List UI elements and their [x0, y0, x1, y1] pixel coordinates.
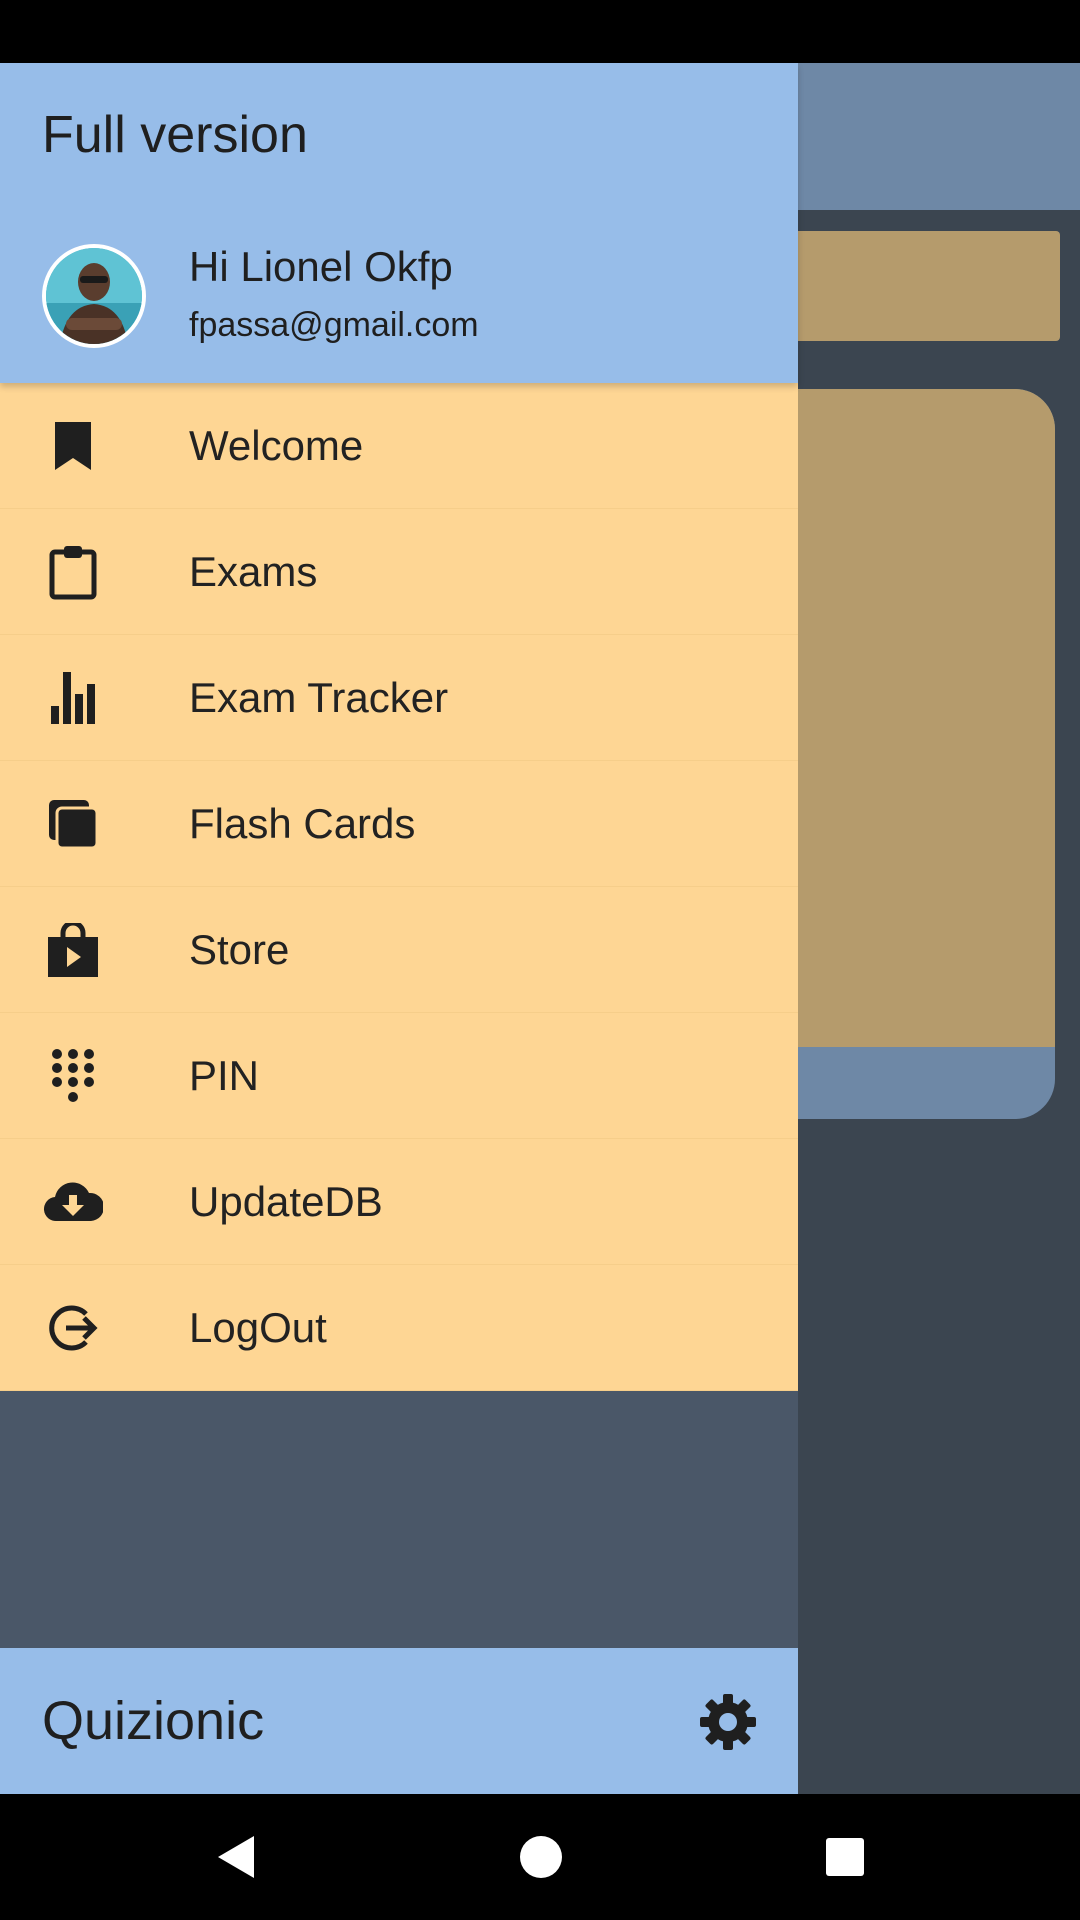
menu-item-label: Welcome [189, 422, 364, 469]
menu-item-pin[interactable]: PIN [0, 1013, 798, 1139]
user-name: Hi Lionel Okfp [189, 243, 453, 290]
menu-item-label: PIN [189, 1052, 260, 1099]
menu-item-label: Flash Cards [189, 800, 416, 847]
menu-item-label: LogOut [189, 1304, 327, 1351]
drawer-header: Full version Hi Lionel Okfp fpassa@gmail… [0, 63, 798, 383]
menu-item-store[interactable]: Store [0, 887, 798, 1013]
shop-bag-icon [42, 923, 104, 977]
user-email: fpassa@gmail.com [189, 306, 479, 344]
menu-item-exams[interactable]: Exams [0, 509, 798, 635]
avatar[interactable] [42, 244, 146, 348]
menu-item-updatedb[interactable]: UpdateDB [0, 1139, 798, 1265]
logout-icon [42, 1302, 104, 1354]
menu-item-flash-cards[interactable]: Flash Cards [0, 761, 798, 887]
drawer-footer: Quizionic [0, 1648, 798, 1794]
cards-icon [42, 798, 104, 850]
clipboard-icon [42, 546, 104, 600]
menu-item-label: Exams [189, 548, 318, 595]
home-button[interactable] [518, 1834, 564, 1880]
cloud-download-icon [42, 1176, 104, 1228]
menu-item-label: UpdateDB [189, 1178, 383, 1225]
system-navigation-bar [0, 1794, 1080, 1920]
bookmark-icon [42, 420, 104, 472]
menu-item-exam-tracker[interactable]: Exam Tracker [0, 635, 798, 761]
status-bar [0, 0, 1080, 63]
recents-button[interactable] [822, 1834, 868, 1880]
gear-icon[interactable] [698, 1692, 758, 1752]
menu-item-welcome[interactable]: Welcome [0, 383, 798, 509]
back-button[interactable] [214, 1834, 260, 1880]
navigation-drawer: Full version Hi Lionel Okfp fpassa@gmail… [0, 63, 798, 1794]
background-banner [790, 231, 1060, 341]
menu-item-logout[interactable]: LogOut [0, 1265, 798, 1391]
menu-item-label: Store [189, 926, 290, 973]
drawer-title: Full version [42, 106, 308, 164]
drawer-menu: Welcome Exams Exam Tracker Flash Cards S… [0, 383, 798, 1391]
dialpad-icon [42, 1049, 104, 1102]
bar-chart-icon [42, 672, 104, 724]
app-name: Quizionic [42, 1691, 265, 1751]
background-card [780, 389, 1055, 1119]
menu-item-label: Exam Tracker [189, 674, 449, 721]
